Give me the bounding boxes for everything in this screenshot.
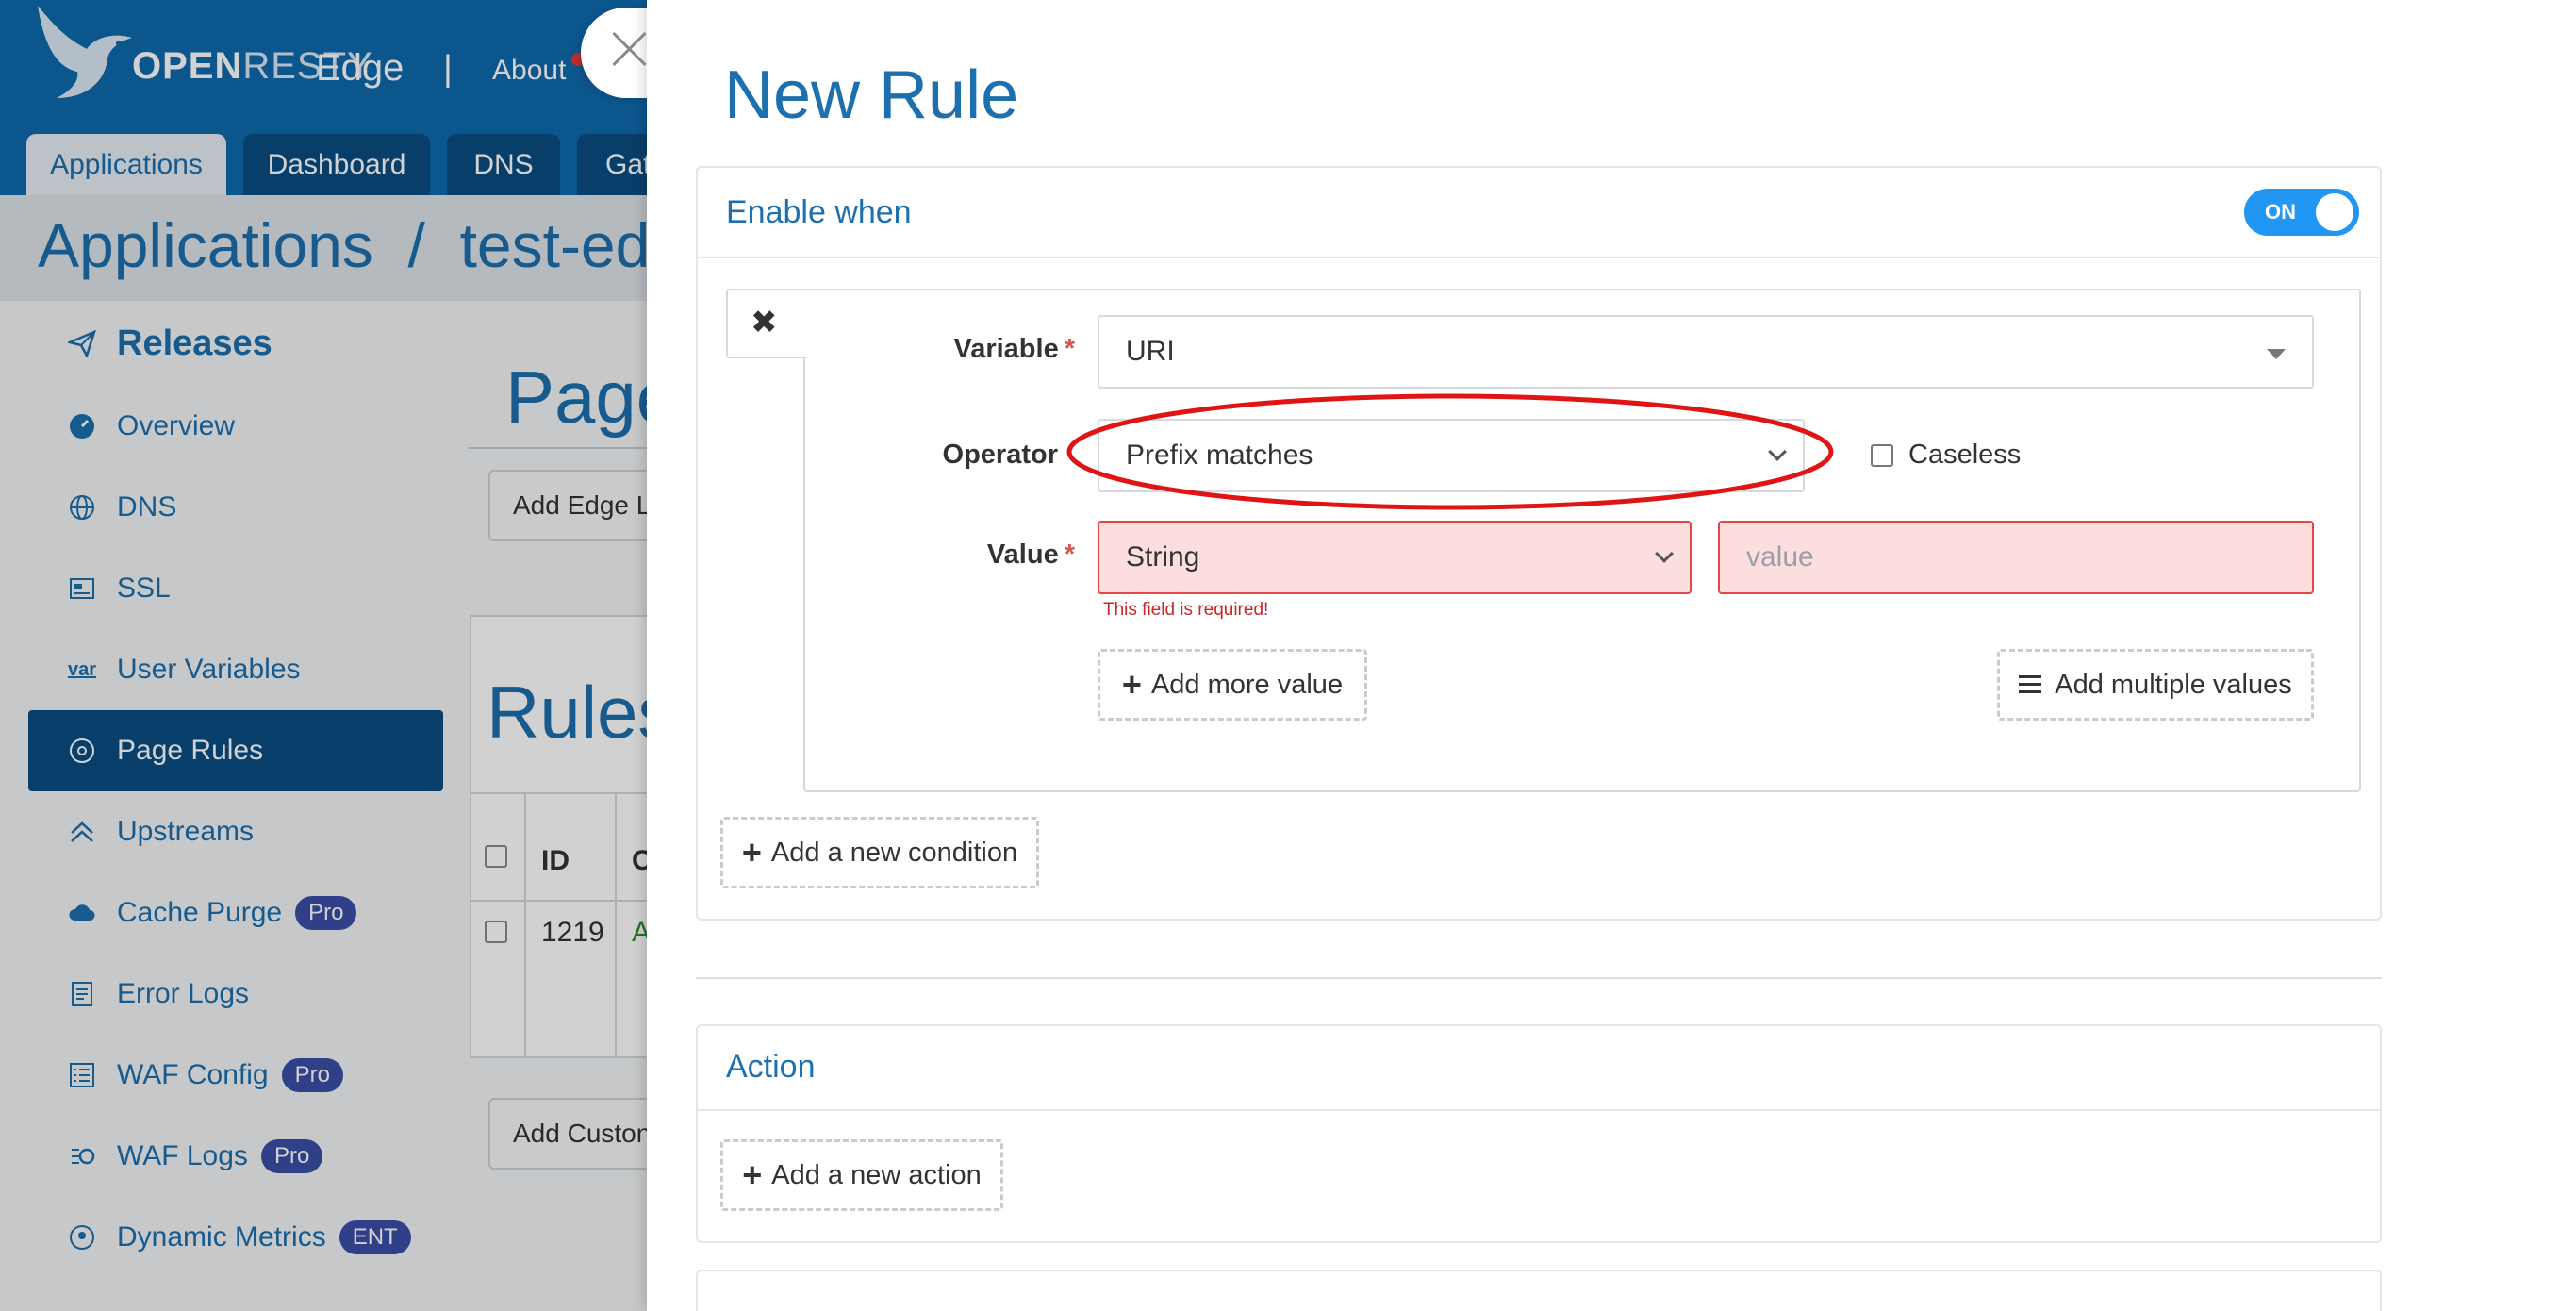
add-new-condition-label: Add a new condition (770, 837, 1018, 868)
caseless-checkbox[interactable] (1871, 443, 1893, 467)
value-type-select[interactable]: String (1098, 521, 1692, 594)
enable-when-header: Enable when (698, 168, 2380, 258)
section-divider (696, 977, 2382, 979)
add-multiple-values-button[interactable]: Add multiple values (1997, 649, 2314, 721)
add-new-condition-button[interactable]: + Add a new condition (720, 817, 1039, 888)
operator-label: Operator (942, 440, 1058, 470)
value-error-message: This field is required! (1103, 600, 1269, 620)
enable-when-toggle[interactable]: ON (2244, 189, 2359, 236)
remove-condition-icon[interactable]: ✖ (751, 304, 778, 341)
caret-down-icon (2267, 349, 2286, 359)
variable-value: URI (1126, 336, 1175, 367)
add-new-action-label: Add a new action (771, 1159, 982, 1190)
next-section-card (696, 1270, 2382, 1311)
action-header: Action (698, 1026, 2380, 1111)
add-more-value-label: Add more value (1150, 669, 1344, 700)
caseless-checkbox-row[interactable]: Caseless (1871, 440, 2021, 471)
value-label: Value * (986, 539, 1075, 570)
variable-label: Variable * (953, 334, 1075, 364)
close-icon[interactable] (603, 23, 656, 75)
chevron-down-icon (1655, 544, 1674, 563)
variable-select[interactable]: URI (1098, 315, 2314, 389)
annotation-ellipse (1066, 393, 1834, 510)
plus-icon: + (1121, 665, 1142, 704)
plus-icon: + (741, 833, 762, 871)
value-input[interactable]: value (1718, 521, 2314, 594)
caseless-label: Caseless (1908, 440, 2022, 470)
add-new-action-button[interactable]: + Add a new action (720, 1139, 1003, 1211)
action-title: Action (726, 1049, 816, 1085)
add-more-value-button[interactable]: + Add more value (1098, 649, 1367, 721)
list-lines-icon (2019, 675, 2042, 694)
add-multiple-values-label: Add multiple values (2055, 669, 2292, 700)
toggle-knob (2316, 193, 2353, 231)
plus-icon: + (742, 1155, 763, 1194)
condition-tab-joint (803, 290, 807, 357)
enable-when-title: Enable when (726, 194, 912, 230)
value-type: String (1126, 541, 1200, 573)
value-placeholder: value (1746, 541, 1814, 573)
toggle-label: ON (2265, 200, 2296, 224)
modal-title: New Rule (724, 58, 1019, 133)
